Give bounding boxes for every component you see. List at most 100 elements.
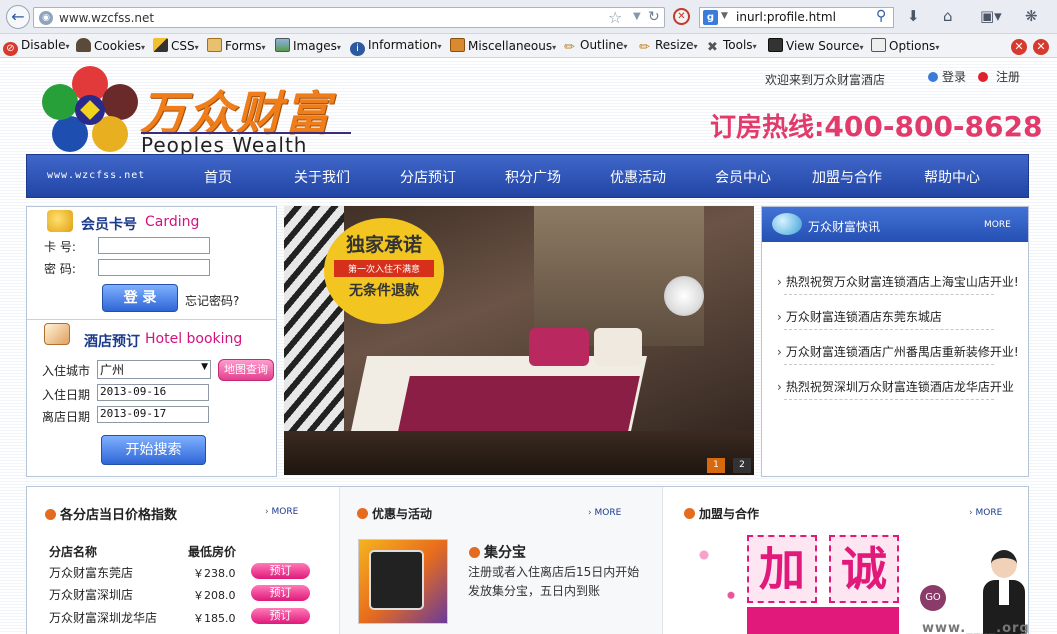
wd-view-source[interactable]: View Source▾ <box>768 38 864 53</box>
col-branch: 分店名称 <box>49 545 98 559</box>
news-item[interactable]: 热烈祝贺万众财富连锁酒店上海宝山店开业! <box>777 273 1023 290</box>
chevron-down-icon: ▾ <box>752 42 757 51</box>
chevron-down-icon: ▾ <box>552 43 557 52</box>
nav-item-about[interactable]: 关于我们 <box>294 167 350 187</box>
wd-label: Options <box>889 39 936 53</box>
pendant-lamp <box>664 276 704 316</box>
prices-title: 各分店当日价格指数 <box>45 504 177 523</box>
news-more-link[interactable]: MORE <box>984 220 1011 230</box>
wd-cookies[interactable]: Cookies▾ <box>76 38 145 53</box>
engine-dropdown-icon[interactable]: ▼ <box>721 11 728 21</box>
promo-desc: 注册或者入住离店后15日内开始 <box>468 565 640 579</box>
promo-image[interactable] <box>358 539 448 624</box>
wd-css[interactable]: CSS▾ <box>153 38 199 53</box>
branch-name[interactable]: 万众财富东莞店 <box>49 564 133 581</box>
card-number-input[interactable] <box>98 237 210 254</box>
book-button[interactable]: 预订 <box>251 585 310 601</box>
bookmarks-icon[interactable]: ▣▾ <box>980 7 1002 25</box>
branch-price: ￥238.0 <box>193 567 236 580</box>
book-button[interactable]: 预订 <box>251 563 310 579</box>
download-icon[interactable]: ⬇ <box>907 7 920 25</box>
branch-price: ￥208.0 <box>193 589 236 602</box>
hotel-banner[interactable]: 独家承诺 第一次入住不满意 无条件退款 1 2 <box>284 206 754 475</box>
news-item[interactable]: 万众财富连锁酒店东莞东城店 <box>777 308 1023 325</box>
wd-forms[interactable]: Forms▾ <box>207 38 266 53</box>
nav-item-points[interactable]: 积分广场 <box>505 167 561 187</box>
pencil-icon: ✏ <box>564 40 575 55</box>
chevron-down-icon: ▾ <box>140 43 145 52</box>
slide-page-1[interactable]: 1 <box>707 458 725 473</box>
news-item[interactable]: 万众财富连锁酒店广州番禺店重新装修开业! <box>777 343 1023 360</box>
nav-item-help[interactable]: 帮助中心 <box>924 167 980 187</box>
prices-more-link[interactable]: MORE <box>265 507 298 517</box>
book-button[interactable]: 预订 <box>251 608 310 624</box>
search-icon[interactable]: ⚲ <box>876 8 886 24</box>
images-icon <box>275 38 290 52</box>
join-banner-bottom <box>747 607 899 634</box>
search-box[interactable]: g ▼ inurl:profile.html ⚲ <box>699 7 894 28</box>
wd-resize[interactable]: ✏ Resize▾ <box>637 38 697 55</box>
floor <box>284 431 754 475</box>
face <box>991 550 1017 578</box>
chevron-down-icon: ▾ <box>693 42 698 51</box>
checkout-input[interactable]: 2013-09-17 <box>97 406 209 423</box>
password-input[interactable] <box>98 259 210 276</box>
start-search-button[interactable]: 开始搜索 <box>101 435 206 465</box>
checkin-input[interactable]: 2013-09-16 <box>97 384 209 401</box>
pillow <box>529 328 589 366</box>
bullet-icon <box>357 508 368 519</box>
news-bubble-icon <box>772 213 802 235</box>
forgot-password-link[interactable]: 忘记密码? <box>185 292 239 309</box>
info-icon: i <box>350 42 365 56</box>
reload-icon[interactable]: ↻ <box>648 9 660 25</box>
login-button[interactable]: 登 录 <box>102 284 178 312</box>
register-icon <box>978 72 988 82</box>
chevron-down-icon: ▾ <box>859 43 864 52</box>
tools-icon: ✖ <box>707 40 718 55</box>
welcome-text: 欢迎来到万众财富酒店 <box>765 73 886 87</box>
card-icon <box>47 210 73 232</box>
close-icon[interactable]: ✕ <box>1033 39 1049 55</box>
wd-information[interactable]: i Information▾ <box>350 38 441 56</box>
go-button[interactable]: GO <box>920 585 946 611</box>
city-select[interactable]: 广州 ▼ <box>97 360 211 379</box>
nav-item-member[interactable]: 会员中心 <box>715 167 771 187</box>
branch-name[interactable]: 万众财富深圳店 <box>49 586 133 603</box>
home-icon[interactable]: ⌂ <box>943 7 953 25</box>
register-link[interactable]: 注册 <box>978 68 1020 85</box>
divider <box>784 294 994 295</box>
join-title: 加盟与合作 <box>684 505 759 522</box>
address-bar[interactable]: ◉ www.wzcfss.net ☆ ▼ ↻ <box>33 7 665 28</box>
divider <box>784 364 994 365</box>
addon-icon[interactable]: ❋ <box>1025 7 1038 25</box>
nav-item-franchise[interactable]: 加盟与合作 <box>812 167 882 187</box>
branch-name[interactable]: 万众财富深圳龙华店 <box>49 609 157 626</box>
map-search-button[interactable]: 地图查询 <box>218 359 274 381</box>
news-item[interactable]: 热烈祝贺深圳万众财富连锁酒店龙华店开业 <box>777 378 1023 395</box>
wd-options[interactable]: Options▾ <box>871 38 939 53</box>
close-icon[interactable]: ✕ <box>1011 39 1027 55</box>
nav-item-branch-booking[interactable]: 分店预订 <box>400 167 456 187</box>
wd-images[interactable]: Images▾ <box>275 38 341 53</box>
join-more-link[interactable]: MORE <box>969 508 1002 518</box>
bottom-section: 各分店当日价格指数 MORE 分店名称 最低房价 万众财富东莞店 ￥238.0 … <box>26 486 1029 634</box>
slide-page-2[interactable]: 2 <box>733 458 751 473</box>
promo-more-link[interactable]: MORE <box>588 508 621 518</box>
wd-outline[interactable]: ✏ Outline▾ <box>562 38 627 55</box>
bed-runner <box>398 376 640 431</box>
nav-item-home[interactable]: 首页 <box>204 167 232 187</box>
wd-miscellaneous[interactable]: Miscellaneous▾ <box>450 38 556 53</box>
search-input[interactable]: inurl:profile.html <box>736 10 836 24</box>
back-button[interactable]: ← <box>6 5 30 29</box>
nav-item-promotions[interactable]: 优惠活动 <box>610 167 666 187</box>
promo-title-text: 优惠与活动 <box>372 507 433 521</box>
wd-tools[interactable]: ✖ Tools▾ <box>705 38 757 55</box>
login-link[interactable]: 登录 <box>928 68 966 85</box>
promo-item-title[interactable]: 集分宝 <box>469 542 526 562</box>
blocker-icon[interactable]: ✕ <box>673 8 690 25</box>
google-icon[interactable]: g <box>703 10 718 25</box>
bookmark-star-icon[interactable]: ☆ <box>608 8 622 27</box>
wd-label: Disable <box>21 38 66 52</box>
wd-disable[interactable]: ⊘ Disable▾ <box>3 38 70 56</box>
url-dropdown-icon[interactable]: ▼ <box>633 11 641 22</box>
